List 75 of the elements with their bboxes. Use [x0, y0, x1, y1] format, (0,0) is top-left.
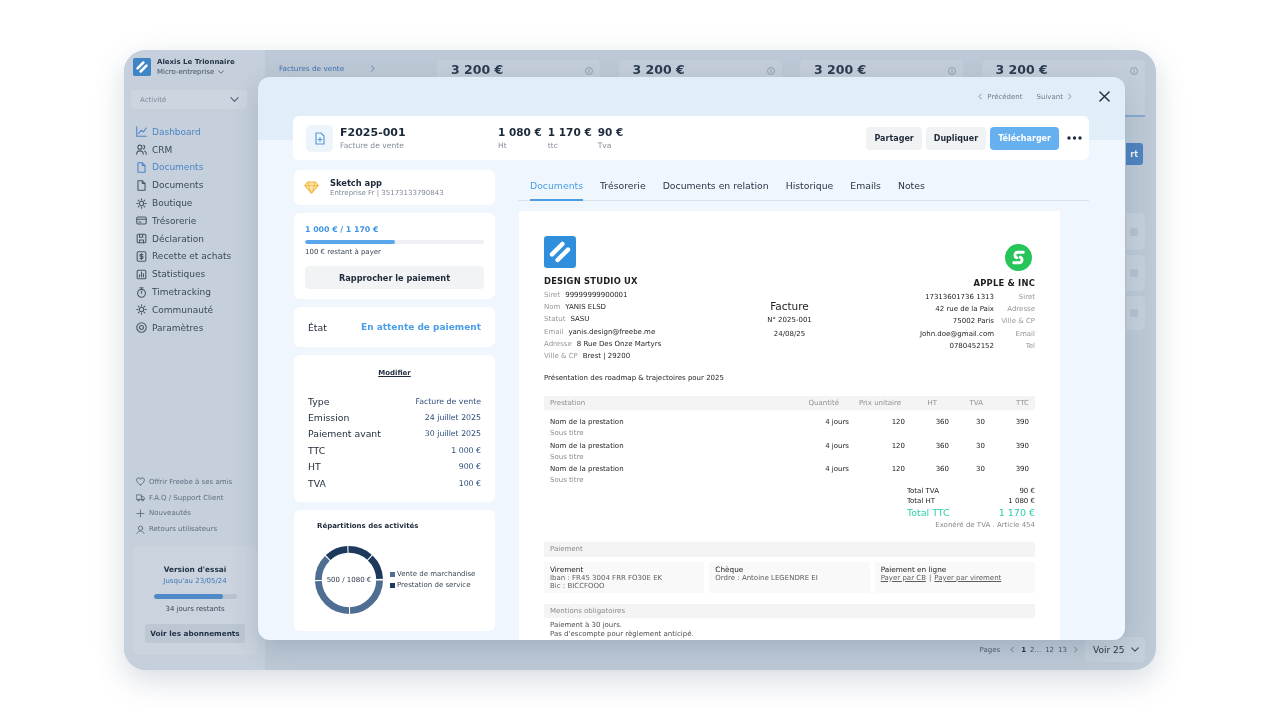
reconcile-button[interactable]: Rapprocher le paiement [305, 266, 484, 289]
nav-item[interactable]: Communauté [133, 300, 257, 319]
info-icon [766, 67, 775, 75]
total-value: 1 170 € [998, 505, 1035, 519]
tab[interactable]: Historique [785, 170, 834, 201]
nav-item[interactable]: Paramètres [133, 318, 257, 337]
info-icon [948, 67, 956, 75]
document-title: Facture [770, 300, 809, 313]
info-icon [585, 67, 593, 75]
nav-item[interactable]: Statistiques [133, 265, 257, 284]
info-icon [1129, 67, 1138, 75]
detail-label: HT [308, 461, 321, 473]
close-icon[interactable] [1099, 91, 1110, 102]
amount-value: 1 080 € [498, 126, 542, 139]
tab[interactable]: Documents en relation [662, 170, 769, 201]
target-icon [136, 322, 147, 334]
person-icon [136, 524, 145, 534]
detail-label: Paiement avant [308, 428, 381, 440]
bar-chart-icon [136, 268, 147, 280]
tab[interactable]: Emails [850, 170, 881, 201]
stripes-logo-icon [544, 236, 576, 268]
issuer-name: DESIGN STUDIO UX [544, 276, 639, 286]
heart-icon [136, 477, 145, 487]
chevron-down-icon [218, 70, 225, 74]
nav-item[interactable]: Timetracking [133, 283, 257, 301]
tab[interactable]: Notes [897, 170, 925, 201]
action-button[interactable]: Dupliquer [925, 126, 987, 150]
nav-item[interactable]: Documents [133, 176, 257, 195]
nav-item[interactable]: Déclaration [133, 229, 257, 248]
amount-value: 90 € [597, 126, 624, 139]
amount-value: 1 170 € [547, 126, 592, 139]
page-size-select[interactable]: Voir 25 [1085, 637, 1145, 662]
chevron-right-icon [1068, 93, 1072, 100]
detail-label: TVA [308, 477, 326, 489]
sun-icon [136, 304, 147, 316]
stat-value: 3 200 € [632, 62, 685, 77]
invoice-number: F2025-001 [340, 126, 407, 139]
status-label: État [308, 321, 327, 333]
more-icon[interactable] [1067, 136, 1082, 140]
detail-label: Emission [308, 412, 350, 424]
line-chart-icon [136, 126, 147, 138]
plus-icon [136, 508, 145, 518]
stat-value: 3 200 € [814, 62, 867, 77]
app-logo-icon [133, 57, 151, 77]
tab[interactable]: Trésorerie [600, 170, 646, 201]
file-icon [136, 162, 147, 173]
nav-item[interactable]: Recette et achats [133, 247, 257, 266]
detail-label: TTC [308, 444, 326, 456]
client-name: Sketch app [330, 177, 384, 188]
detail-label: Type [308, 395, 330, 407]
truck-icon [136, 493, 145, 503]
export-button[interactable]: rt [1126, 143, 1143, 165]
floppy-icon [136, 233, 147, 245]
action-button[interactable]: Partager [866, 126, 922, 150]
chevron-down-icon [1131, 647, 1139, 652]
status-value: En attente de paiement [361, 322, 481, 332]
chevron-right-icon [371, 65, 376, 72]
diamond-icon [304, 181, 319, 194]
stat-value: 3 200 € [995, 62, 1048, 77]
client-name: APPLE & INC [973, 278, 1035, 288]
stopwatch-icon [136, 286, 147, 298]
card-icon [136, 215, 147, 227]
file-icon [136, 179, 147, 191]
dollar-document-icon [136, 250, 147, 262]
people-icon [136, 144, 147, 156]
total-label: Total TTC [907, 505, 950, 519]
chevron-left-icon [978, 93, 983, 100]
s-logo-icon [1005, 244, 1032, 271]
sun-icon [136, 197, 147, 209]
nav-item[interactable]: Boutique [133, 194, 257, 212]
nav-item[interactable]: CRM [133, 140, 257, 159]
file-icon [306, 124, 333, 152]
chevron-down-icon [230, 97, 239, 102]
stat-value: 3 200 € [451, 62, 504, 77]
nav-item[interactable]: Trésorerie [133, 212, 257, 230]
